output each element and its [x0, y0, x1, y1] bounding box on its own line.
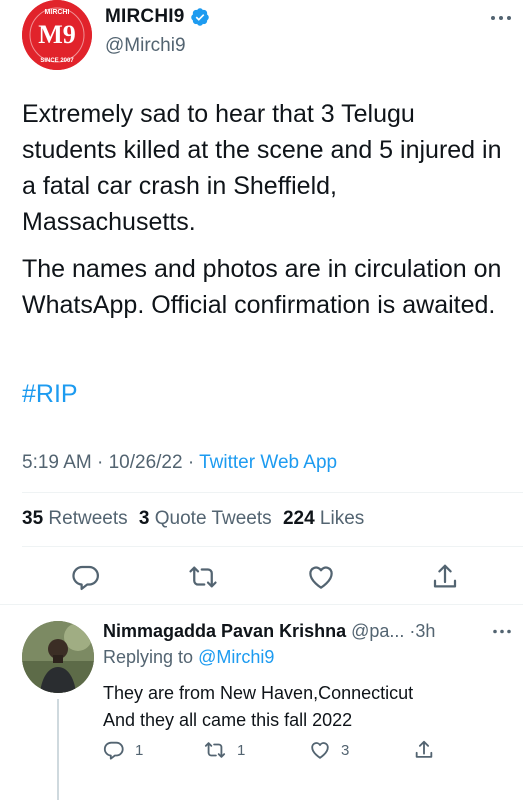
mirchi9-logo: M9 MIRCHI SINCE 2007 [22, 0, 92, 70]
reply-count: 1 [135, 741, 144, 759]
person-photo [22, 621, 94, 693]
heart-icon[interactable] [306, 562, 336, 592]
tweet-header: M9 MIRCHI SINCE 2007 MIRCHI9 @Mirchi9 [22, 0, 512, 90]
replying-to: Replying to @Mirchi9 [103, 647, 274, 668]
tweet-time[interactable]: 5:19 AM [22, 452, 92, 473]
share-icon [415, 740, 433, 758]
next-reply-peek [22, 792, 502, 800]
separator: · [187, 452, 195, 473]
reply-icon [103, 741, 124, 760]
reply-header: Nimmagadda Pavan Krishna @pa... ·3h [103, 621, 435, 642]
more-icon[interactable] [490, 14, 512, 22]
tweet-paragraph: The names and photos are in circulation … [22, 255, 502, 319]
heart-icon [311, 742, 329, 759]
hashtag-link[interactable]: #RIP [22, 380, 78, 409]
more-icon[interactable] [492, 628, 512, 635]
svg-text:SINCE 2007: SINCE 2007 [40, 58, 74, 64]
replying-to-mention[interactable]: @Mirchi9 [198, 647, 274, 667]
tweet-paragraph: Extremely sad to hear that 3 Telugu stud… [22, 100, 502, 236]
reply-icon[interactable] [71, 562, 101, 592]
verified-badge-icon [190, 8, 209, 26]
author-name[interactable]: MIRCHI9 [105, 6, 185, 28]
reply-author-handle[interactable]: @pa... [351, 621, 404, 641]
retweet-icon[interactable] [188, 562, 218, 592]
svg-text:MIRCHI: MIRCHI [45, 9, 70, 16]
tweet-action-bar [0, 562, 523, 592]
reply-retweet-button[interactable]: 1 [203, 738, 245, 762]
quote-tweets-stat[interactable]: 3 Quote Tweets [139, 508, 272, 529]
tweet-source[interactable]: Twitter Web App [199, 452, 337, 473]
engagement-stats: 35 Retweets 3 Quote Tweets 224 Likes [22, 508, 364, 530]
reply-text: They are from New Haven,Connecticut And … [103, 680, 413, 734]
author-avatar[interactable]: M9 MIRCHI SINCE 2007 [22, 0, 92, 70]
reply-author-avatar[interactable] [22, 621, 94, 693]
like-count: 3 [341, 741, 350, 759]
divider [22, 546, 523, 547]
reply-tweet[interactable]: Nimmagadda Pavan Krishna @pa... ·3h Repl… [0, 604, 523, 800]
svg-text:M9: M9 [38, 20, 76, 49]
tweet-date[interactable]: 10/26/22 [109, 452, 183, 473]
retweet-count: 1 [237, 741, 246, 759]
likes-stat[interactable]: 224 Likes [283, 508, 364, 529]
share-icon[interactable] [430, 562, 460, 592]
reply-reply-button[interactable]: 1 [103, 738, 143, 762]
reply-author-name[interactable]: Nimmagadda Pavan Krishna [103, 621, 346, 641]
retweet-icon [204, 742, 226, 758]
reply-text-line: They are from New Haven,Connecticut [103, 683, 414, 703]
tweet-timestamp: 5:19 AM · 10/26/22 · Twitter Web App [22, 452, 337, 474]
author-name-row[interactable]: MIRCHI9 [105, 6, 210, 28]
reply-time[interactable]: 3h [415, 621, 435, 641]
divider [22, 492, 523, 493]
reply-text-line: And they all came this fall 2022 [103, 710, 353, 730]
separator: · [97, 452, 104, 473]
reply-action-bar: 1 1 3 [0, 738, 523, 762]
reply-share-button[interactable] [413, 738, 445, 762]
reply-like-button[interactable]: 3 [309, 738, 349, 762]
author-handle[interactable]: @Mirchi9 [105, 35, 186, 57]
retweets-stat[interactable]: 35 Retweets [22, 508, 128, 529]
tweet-text: Extremely sad to hear that 3 Telugu stud… [22, 96, 502, 323]
replying-to-label: Replying to [103, 647, 194, 667]
